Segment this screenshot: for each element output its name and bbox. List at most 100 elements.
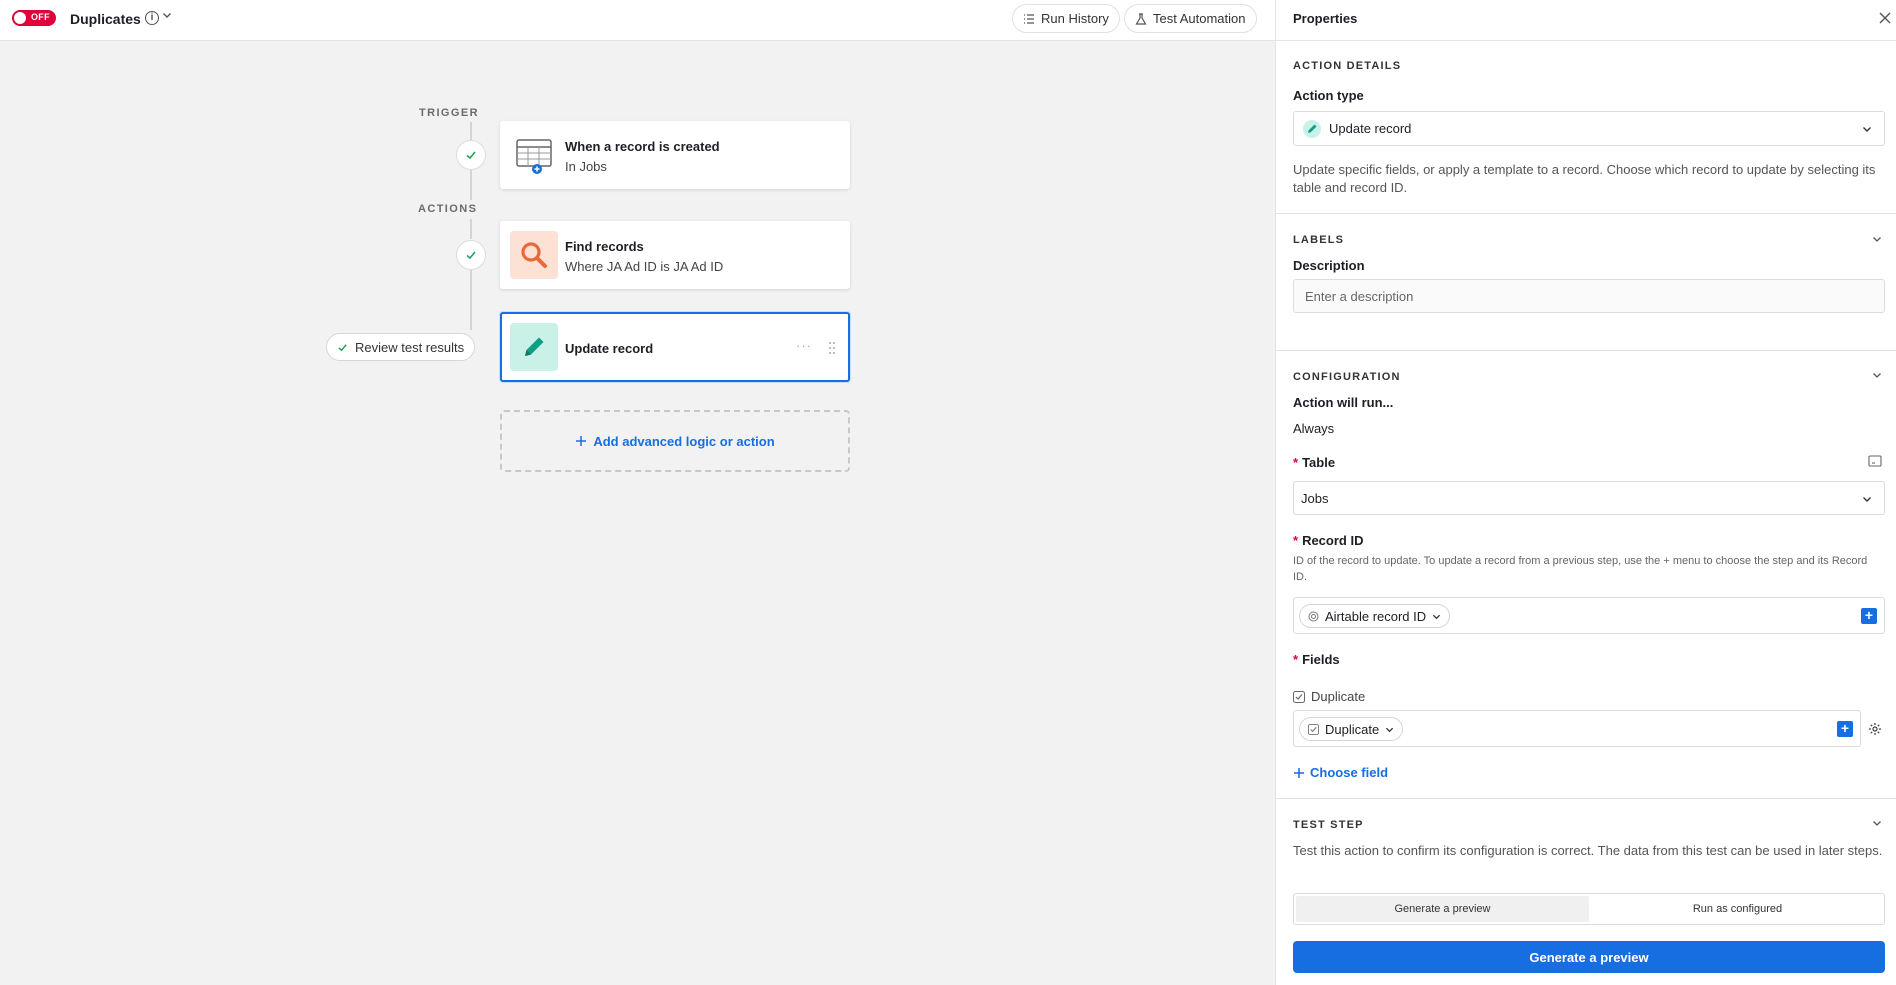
- automation-name[interactable]: Duplicates: [70, 11, 141, 27]
- choose-field-button[interactable]: Choose field: [1293, 765, 1388, 780]
- toggle-knob: [14, 12, 26, 24]
- test-automation-button[interactable]: Test Automation: [1124, 4, 1257, 33]
- labels-heading: LABELS: [1293, 234, 1345, 246]
- record-id-token[interactable]: Airtable record ID: [1299, 604, 1451, 628]
- duplicate-field-token[interactable]: Duplicate: [1299, 717, 1404, 741]
- top-bar: OFF Duplicates i Run History Test Automa…: [0, 0, 1275, 41]
- divider: [1276, 213, 1896, 214]
- divider: [1276, 350, 1896, 351]
- action-type-value: Update record: [1329, 121, 1412, 136]
- chevron-down-icon[interactable]: [1872, 234, 1882, 244]
- update-node-title: Update record: [565, 341, 654, 356]
- actions-section-label: ACTIONS: [418, 203, 478, 215]
- automation-toggle[interactable]: OFF: [12, 10, 56, 26]
- flask-icon: [1135, 12, 1147, 25]
- flow-connector: [470, 219, 472, 239]
- generate-preview-button[interactable]: Generate a preview: [1293, 941, 1885, 973]
- run-history-label: Run History: [1041, 11, 1109, 26]
- tab-run-as-configured[interactable]: Run as configured: [1591, 894, 1884, 924]
- fields-label-text: Fields: [1302, 652, 1340, 667]
- choose-field-label: Choose field: [1310, 765, 1389, 780]
- test-automation-label: Test Automation: [1153, 11, 1246, 26]
- find-node-title: Find records: [565, 239, 644, 254]
- duplicate-field-input[interactable]: Duplicate +: [1293, 710, 1861, 747]
- action-type-select[interactable]: Update record: [1293, 111, 1885, 146]
- info-icon[interactable]: i: [145, 11, 159, 25]
- search-icon: [510, 231, 558, 279]
- checkbox-icon: [1308, 723, 1319, 735]
- description-input[interactable]: Enter a description: [1293, 279, 1885, 313]
- chevron-down-icon[interactable]: [162, 10, 172, 23]
- tab-generate-preview[interactable]: Generate a preview: [1296, 896, 1589, 922]
- review-test-results-button[interactable]: Review test results: [326, 333, 476, 361]
- chevron-down-icon: [1863, 127, 1871, 132]
- field-name: Duplicate: [1311, 689, 1366, 704]
- run-condition-label: Action will run...: [1293, 395, 1394, 410]
- chevron-down-icon: [1386, 727, 1394, 732]
- check-icon: [466, 251, 476, 260]
- find-records-node[interactable]: Find records Where JA Ad ID is JA Ad ID: [500, 221, 850, 289]
- gear-icon[interactable]: [1868, 722, 1882, 736]
- divider: [1276, 798, 1896, 799]
- record-id-label: * Record ID: [1293, 533, 1364, 548]
- add-action-label: Add advanced logic or action: [593, 433, 775, 449]
- action-type-label: Action type: [1293, 88, 1364, 103]
- fields-label: * Fields: [1293, 652, 1340, 667]
- update-record-node[interactable]: Update record ···: [500, 312, 850, 382]
- test-step-help: Test this action to confirm its configur…: [1293, 843, 1883, 858]
- fingerprint-icon: [1308, 611, 1319, 621]
- insert-token-plus-icon[interactable]: +: [1837, 721, 1853, 737]
- table-view-icon[interactable]: [1868, 455, 1882, 467]
- insert-token-plus-icon[interactable]: +: [1861, 608, 1877, 624]
- review-label: Review test results: [355, 339, 465, 355]
- test-step-heading: TEST STEP: [1293, 819, 1364, 831]
- chevron-down-icon[interactable]: [1872, 370, 1882, 380]
- check-icon: [338, 343, 347, 351]
- test-mode-toggle: Generate a preview Run as configured: [1293, 893, 1885, 925]
- pencil-icon: [1303, 120, 1321, 138]
- table-select[interactable]: Jobs: [1293, 481, 1885, 515]
- close-icon[interactable]: [1879, 11, 1891, 29]
- table-label: * Table: [1293, 455, 1336, 470]
- run-history-button[interactable]: Run History: [1012, 4, 1120, 33]
- flow-connector: [470, 122, 472, 142]
- panel-title: Properties: [1293, 11, 1358, 26]
- action-details-heading: ACTION DETAILS: [1293, 60, 1402, 72]
- chevron-down-icon: [1863, 497, 1871, 502]
- trigger-node-title: When a record is created: [565, 139, 720, 154]
- trigger-section-label: TRIGGER: [419, 107, 479, 119]
- find-node-subtitle: Where JA Ad ID is JA Ad ID: [565, 259, 724, 274]
- chevron-down-icon[interactable]: [1872, 818, 1882, 828]
- configuration-heading: CONFIGURATION: [1293, 371, 1401, 383]
- pencil-icon: [510, 323, 558, 371]
- flow-connector: [470, 170, 472, 200]
- record-id-input[interactable]: Airtable record ID +: [1293, 597, 1885, 634]
- description-label: Description: [1293, 258, 1365, 273]
- node-more-icon[interactable]: ···: [796, 338, 812, 353]
- checkbox-icon: [1293, 690, 1305, 703]
- table-value: Jobs: [1301, 491, 1329, 506]
- run-condition-value: Always: [1293, 421, 1335, 436]
- trigger-node-subtitle: In Jobs: [565, 159, 607, 174]
- plus-icon: [576, 436, 587, 446]
- duplicate-token-label: Duplicate: [1325, 721, 1380, 737]
- chevron-down-icon: [1433, 614, 1441, 619]
- panel-header: Properties: [1276, 0, 1896, 41]
- toggle-label: OFF: [31, 12, 50, 22]
- drag-handle-icon[interactable]: [828, 341, 836, 355]
- action-type-help: Update specific fields, or apply a templ…: [1293, 162, 1876, 195]
- record-id-label-text: Record ID: [1302, 533, 1364, 548]
- plus-icon: [1294, 767, 1304, 778]
- find-status-check: [456, 240, 486, 270]
- properties-panel: Properties ACTION DETAILS Action type Up…: [1275, 0, 1896, 985]
- description-placeholder: Enter a description: [1305, 289, 1414, 304]
- record-id-token-label: Airtable record ID: [1325, 608, 1427, 624]
- trigger-node[interactable]: When a record is created In Jobs: [500, 121, 850, 189]
- table-plus-icon: [510, 131, 558, 179]
- record-id-help: ID of the record to update. To update a …: [1293, 555, 1868, 583]
- flow-connector: [470, 270, 472, 330]
- trigger-status-check: [456, 140, 486, 170]
- add-logic-or-action-button[interactable]: Add advanced logic or action: [500, 410, 850, 472]
- table-label-text: Table: [1302, 455, 1336, 470]
- field-duplicate-label: Duplicate: [1293, 689, 1365, 704]
